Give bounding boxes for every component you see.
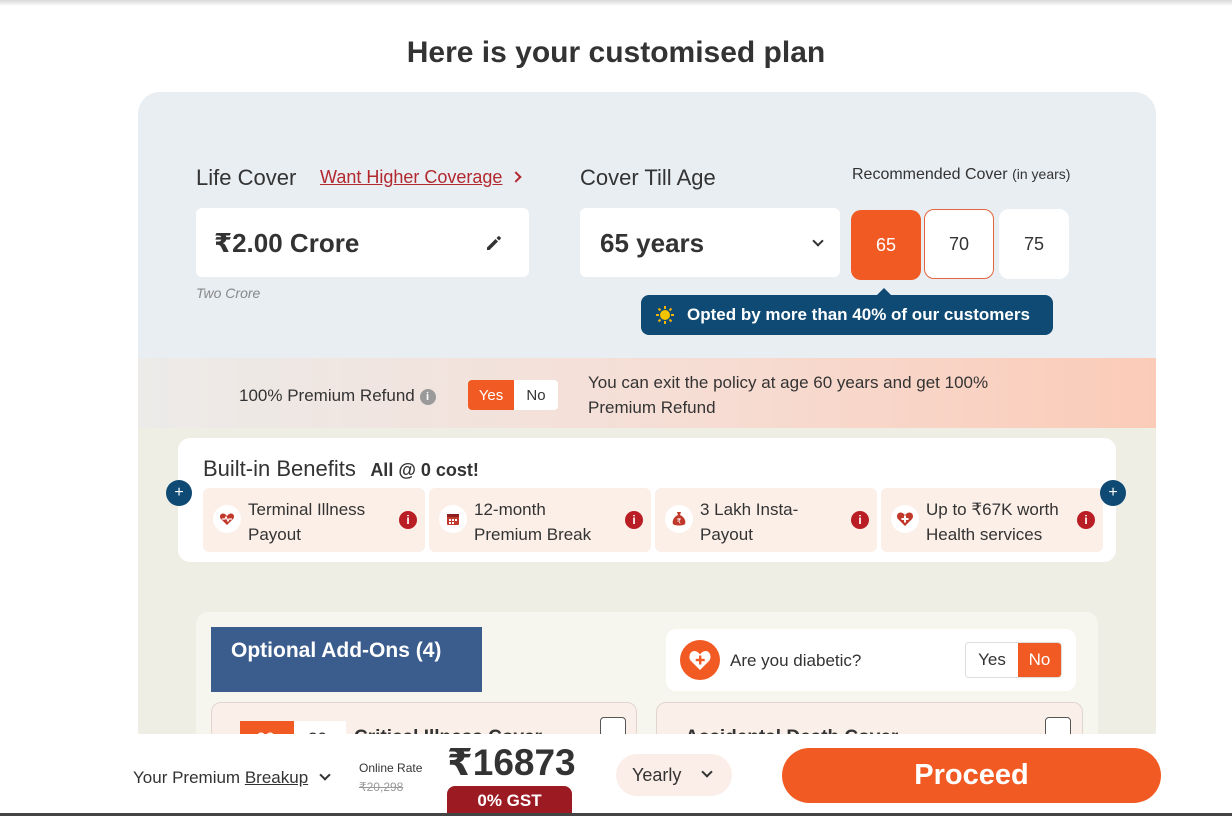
life-cover-in-words: Two Crore <box>196 285 261 301</box>
benefit-line1: Terminal Illness <box>248 500 366 519</box>
benefit-line1: 12-month <box>474 500 546 519</box>
recommended-cover-label: Recommended Cover (in years) <box>852 166 1070 184</box>
diabetic-no-option[interactable]: No <box>1018 643 1061 677</box>
age-option-65[interactable]: 65 <box>851 210 921 280</box>
benefit-line2: Health services <box>926 525 1043 544</box>
info-icon[interactable]: i <box>419 388 436 405</box>
premium-label-group: Your Premium Breakup <box>133 768 331 788</box>
diabetic-question-card: Are you diabetic? Yes No <box>666 629 1076 691</box>
age-option-75[interactable]: 75 <box>999 209 1069 279</box>
diabetic-question: Are you diabetic? <box>730 651 862 670</box>
age-option-70[interactable]: 70 <box>924 209 994 279</box>
benefits-header: Built-in Benefits All @ 0 cost! <box>203 456 479 482</box>
cover-till-age-select[interactable]: 65 years <box>580 208 840 277</box>
benefit-line1: 3 Lakh Insta- <box>700 500 799 519</box>
info-icon[interactable]: i <box>1077 511 1095 529</box>
life-cover-field[interactable]: ₹2.00 Crore <box>196 208 529 277</box>
heart-pulse-icon <box>213 505 241 533</box>
optional-addons-title: Optional Add-Ons (4) <box>211 627 482 692</box>
info-icon[interactable]: i <box>399 511 417 529</box>
proceed-button[interactable]: Proceed <box>782 748 1161 803</box>
chevron-down-icon[interactable] <box>319 769 331 781</box>
benefit-line2: Payout <box>700 525 753 544</box>
premium-refund-text: 100% Premium Refund <box>239 386 415 405</box>
premium-refund-toggle[interactable]: Yes No <box>468 380 558 410</box>
benefit-line2: Premium Break <box>474 525 592 544</box>
recommended-cover-unit: (in years) <box>1012 166 1071 182</box>
svg-text:₹: ₹ <box>677 518 682 526</box>
info-icon[interactable]: i <box>851 511 869 529</box>
chevron-down-icon <box>701 766 714 778</box>
info-icon[interactable]: i <box>625 511 643 529</box>
recommended-cover-text: Recommended Cover <box>852 166 1008 183</box>
refund-message: You can exit the policy at age 60 years … <box>588 373 989 417</box>
benefit-terminal-illness[interactable]: Terminal Illness Payout i <box>203 488 425 552</box>
benefit-text: Up to ₹67K worth Health services <box>926 497 1059 547</box>
benefits-subtitle: All @ 0 cost! <box>370 460 479 480</box>
life-cover-label: Life Cover <box>196 165 297 190</box>
life-cover-value: ₹2.00 Crore <box>214 228 360 258</box>
higher-coverage-link[interactable]: Want Higher Coverage <box>320 167 502 188</box>
page-title: Here is your customised plan <box>406 36 826 69</box>
benefit-line1: Up to ₹67K worth <box>926 500 1059 519</box>
premium-label: Your Premium <box>133 768 241 787</box>
benefit-insta-payout[interactable]: ₹ 3 Lakh Insta- Payout i <box>655 488 877 552</box>
built-in-benefits-card: Built-in Benefits All @ 0 cost! Terminal… <box>178 438 1116 562</box>
scroll-left-plus-icon[interactable]: + <box>166 480 192 506</box>
health-heart-icon <box>680 640 720 680</box>
diabetic-yes-option[interactable]: Yes <box>966 643 1018 677</box>
refund-no-option[interactable]: No <box>514 380 558 410</box>
payment-frequency-value: Yearly <box>632 764 682 785</box>
benefit-text: 3 Lakh Insta- Payout <box>700 497 798 547</box>
popularity-tooltip: Opted by more than 40% of our customers <box>641 295 1053 335</box>
cover-till-age-label: Cover Till Age <box>580 165 716 190</box>
money-bag-icon: ₹ <box>665 505 693 533</box>
benefit-premium-break[interactable]: 12-month Premium Break i <box>429 488 651 552</box>
tooltip-text: Opted by more than 40% of our customers <box>687 305 1030 324</box>
premium-refund-label: 100% Premium Refund i <box>239 386 436 406</box>
pencil-icon[interactable] <box>484 233 504 253</box>
cover-till-age-value: 65 years <box>600 228 705 258</box>
breakup-link[interactable]: Breakup <box>245 768 308 787</box>
medical-heart-icon <box>891 505 919 533</box>
benefit-text: 12-month Premium Break <box>474 497 591 547</box>
benefit-health-services[interactable]: Up to ₹67K worth Health services i <box>881 488 1103 552</box>
gst-badge: 0% GST <box>447 786 572 816</box>
payment-frequency-select[interactable]: Yearly <box>616 754 732 796</box>
old-price: ₹20,298 <box>359 780 404 794</box>
calendar-icon <box>439 505 467 533</box>
online-rate-label: Online Rate <box>359 761 423 775</box>
premium-price: ₹16873 <box>447 742 576 783</box>
top-shadow <box>0 0 1232 6</box>
chevron-down-icon <box>812 235 824 247</box>
sun-icon <box>656 306 674 324</box>
diabetic-toggle[interactable]: Yes No <box>965 642 1062 678</box>
benefit-line2: Payout <box>248 525 301 544</box>
benefit-text: Terminal Illness Payout <box>248 497 365 547</box>
scroll-right-plus-icon[interactable]: + <box>1100 480 1126 506</box>
refund-yes-option[interactable]: Yes <box>468 380 514 410</box>
benefits-title: Built-in Benefits <box>203 456 356 481</box>
